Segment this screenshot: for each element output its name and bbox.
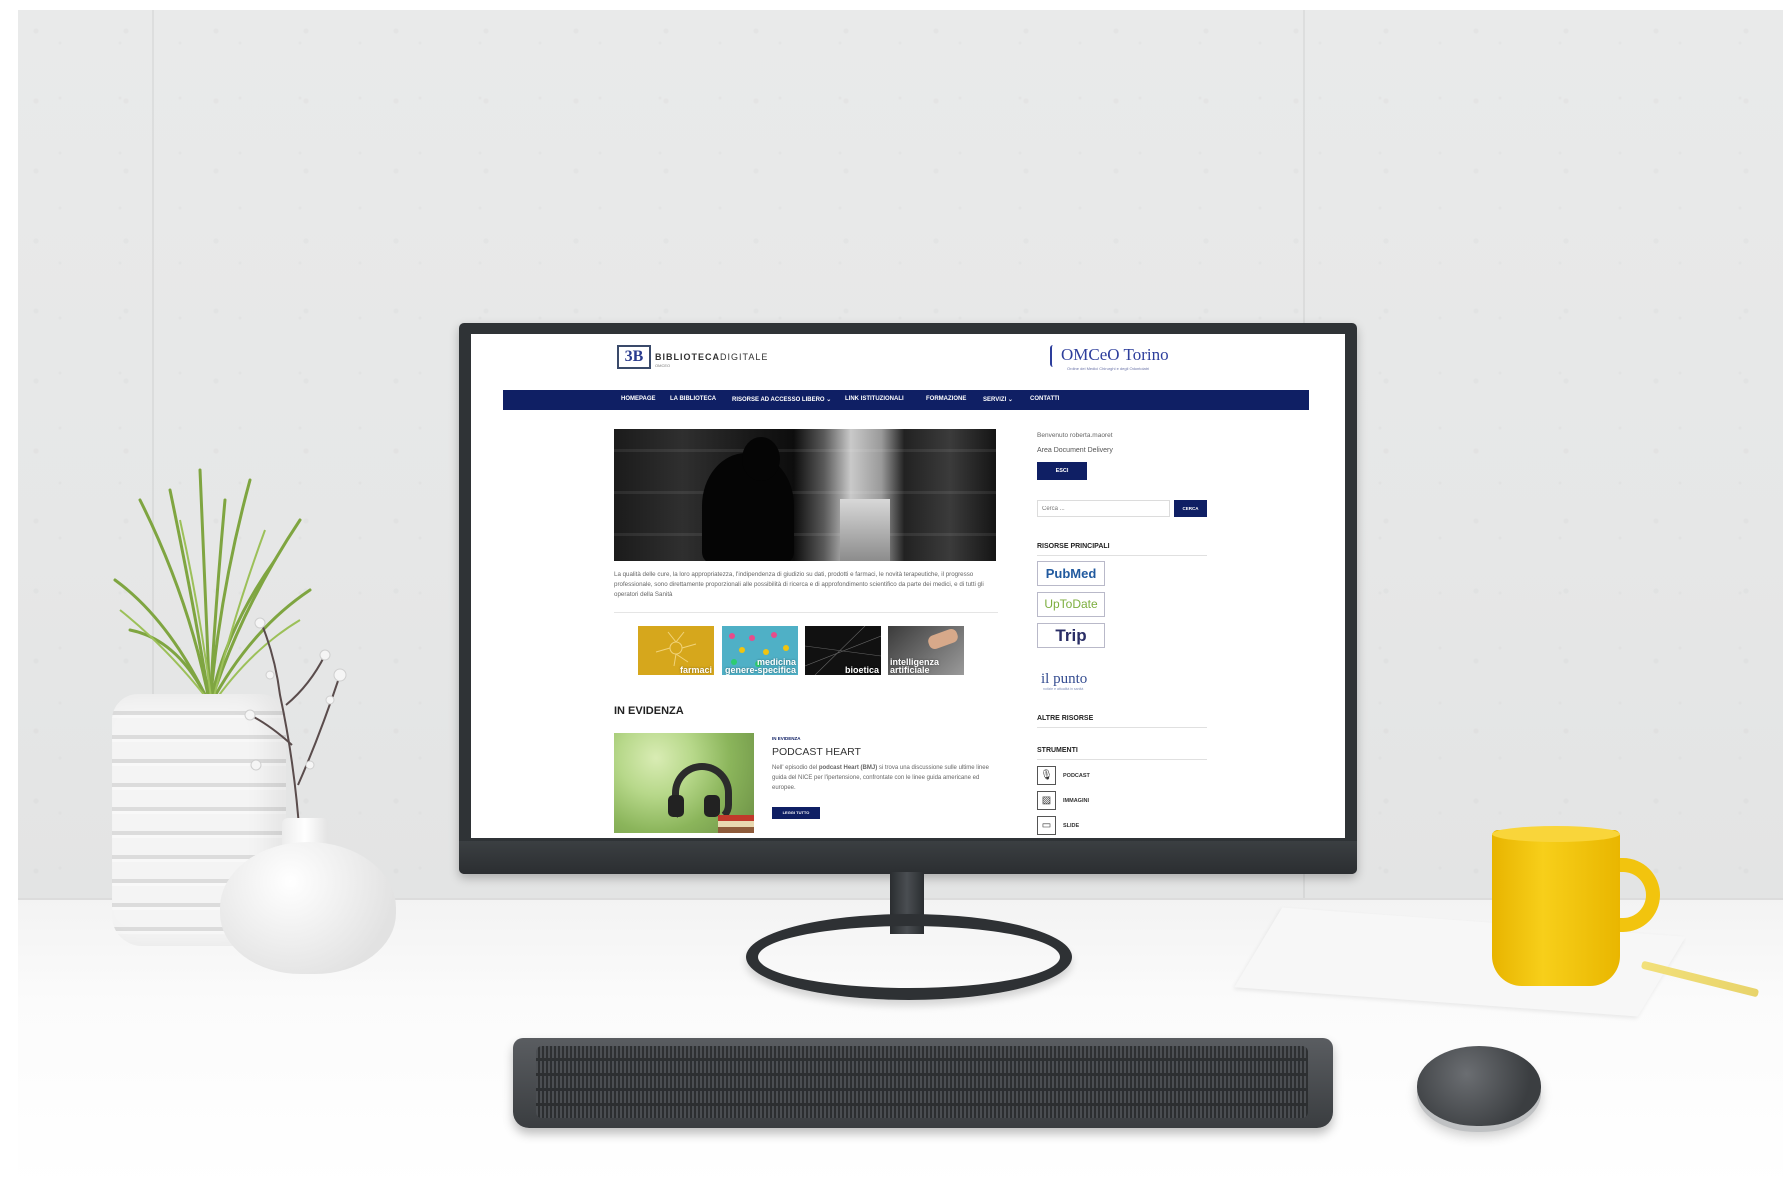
tools-title: STRUMENTI <box>1037 747 1078 754</box>
excerpt-pre: Nell' episodio del <box>772 765 819 771</box>
slide-icon[interactable]: ▭ <box>1037 816 1056 835</box>
headphone-cup <box>668 795 684 817</box>
search-button[interactable]: CERCA <box>1174 500 1207 517</box>
uptodate-link[interactable]: UpToDate <box>1037 592 1105 617</box>
hero-window-view <box>840 499 890 561</box>
tile-label-line2: artificiale <box>890 665 930 675</box>
tile-label: intelligenza artificiale <box>890 658 939 675</box>
nav-risorse-accesso-libero[interactable]: RISORSE AD ACCESSO LIBERO ⌄ <box>732 396 831 403</box>
omceo-logo-icon <box>1050 345 1059 367</box>
tile-label: bioetica <box>844 665 879 675</box>
divider <box>614 612 998 613</box>
intro-paragraph: La qualità delle cure, la loro appropria… <box>614 571 984 598</box>
tile-label: medicina genere-specifica <box>724 658 796 675</box>
monitor-chin <box>459 841 1357 874</box>
tile-label: farmaci <box>679 665 712 675</box>
divider <box>1037 727 1207 728</box>
search-input[interactable] <box>1037 500 1170 517</box>
podcast-thumbnail[interactable] <box>614 733 754 833</box>
hero-shelf <box>614 449 996 452</box>
hero-shelf <box>614 533 996 536</box>
microphone-icon[interactable]: 🎙 <box>1037 766 1056 785</box>
mouse[interactable] <box>1417 1046 1541 1126</box>
partner-subtitle: Ordine dei Medici Chirurghi e degli Odon… <box>1067 366 1150 371</box>
logo-bold: BIBLIOTECA <box>655 352 720 362</box>
other-resources-title[interactable]: ALTRE RISORSE <box>1037 715 1093 722</box>
white-vase <box>220 842 396 974</box>
hero-shelf <box>614 491 996 494</box>
partner-logo[interactable]: OMCeO Torino <box>1061 345 1169 365</box>
tile-farmaci[interactable]: farmaci <box>638 626 714 675</box>
divider <box>1037 759 1207 760</box>
tool-immagini[interactable]: IMMAGINI <box>1063 798 1089 804</box>
site-logo-mark[interactable]: 3B <box>617 345 651 369</box>
post-excerpt: Nell' episodio del podcast Heart (BMJ) s… <box>772 763 997 793</box>
tool-podcast[interactable]: PODCAST <box>1063 773 1090 779</box>
nav-la-biblioteca[interactable]: LA BIBLIOTECA <box>670 396 716 402</box>
welcome-text: Benvenuto roberta.maoret <box>1037 432 1113 439</box>
nav-homepage[interactable]: HOMEPAGE <box>621 396 656 402</box>
yellow-mug <box>1492 830 1620 986</box>
headphone-cup <box>704 795 720 817</box>
tile-bioetica[interactable]: bioetica <box>805 626 881 675</box>
tile-intelligenza-artificiale[interactable]: intelligenza artificiale <box>888 626 964 675</box>
site-logo-text[interactable]: BIBLIOTECADIGITALE <box>655 352 768 362</box>
flower-branch <box>244 617 347 841</box>
il-punto-subtitle: notizie e attualità in sanità <box>1043 687 1084 691</box>
logo-light: DIGITALE <box>720 352 769 362</box>
mug-rim <box>1492 826 1620 842</box>
monitor-stand <box>746 914 1072 1000</box>
monitor-screen: 3B BIBLIOTECADIGITALE OMCEO OMCeO Torino… <box>471 334 1345 838</box>
tool-slide[interactable]: SLIDE <box>1063 823 1079 829</box>
section-title-in-evidenza: IN EVIDENZA <box>614 705 684 717</box>
resources-title: RISORSE PRINCIPALI <box>1037 543 1110 550</box>
hero-image <box>614 429 996 561</box>
nav-contatti[interactable]: CONTATTI <box>1030 396 1059 402</box>
divider <box>1037 555 1207 556</box>
post-category[interactable]: IN EVIDENZA <box>772 736 801 741</box>
nav-formazione[interactable]: FORMAZIONE <box>926 396 966 402</box>
site-logo-sub: OMCEO <box>655 363 671 368</box>
excerpt-bold: podcast Heart (BMJ) <box>818 765 878 771</box>
robot-hand <box>926 627 960 651</box>
keyboard-keys[interactable] <box>536 1046 1308 1118</box>
nav-servizi[interactable]: SERVIZI ⌄ <box>983 396 1013 403</box>
il-punto-link[interactable]: il punto <box>1041 671 1087 688</box>
books <box>718 815 754 833</box>
pubmed-link[interactable]: PubMed <box>1037 561 1105 586</box>
nav-link-istituzionali[interactable]: LINK ISTITUZIONALI <box>845 396 904 402</box>
trip-link[interactable]: Trip <box>1037 623 1105 648</box>
logout-button[interactable]: ESCI <box>1037 462 1087 480</box>
image-icon[interactable]: ▨ <box>1037 791 1056 810</box>
read-more-button[interactable]: LEGGI TUTTO <box>772 807 820 819</box>
area-document-delivery-link[interactable]: Area Document Delivery <box>1037 447 1113 454</box>
tile-label-line2: genere-specifica <box>724 665 796 675</box>
tile-medicina-genere-specifica[interactable]: medicina genere-specifica <box>722 626 798 675</box>
hero-person-head <box>742 437 780 481</box>
post-title[interactable]: PODCAST HEART <box>772 746 861 758</box>
